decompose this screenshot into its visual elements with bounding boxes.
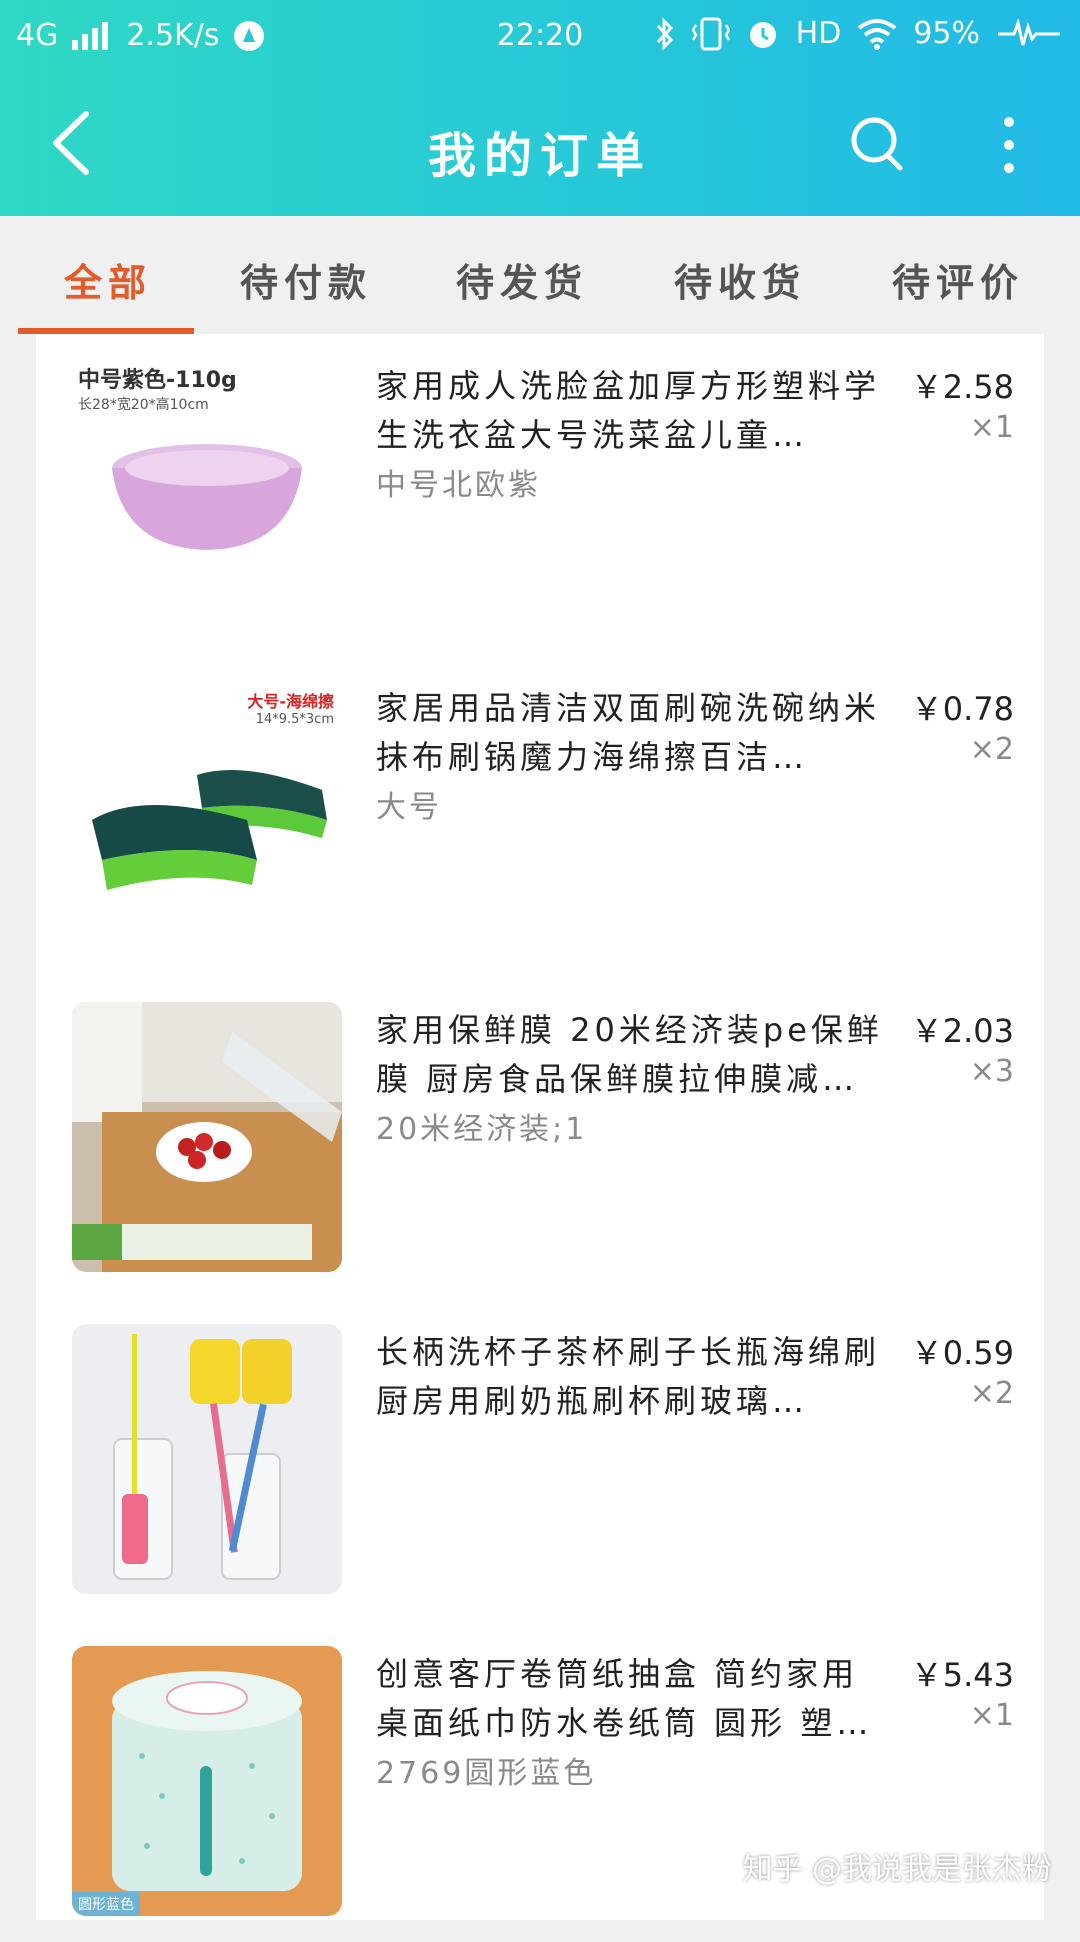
app-header: 4G 2.5K/s 22:20 <box>0 0 1080 216</box>
product-title[interactable]: 家居用品清洁双面刷碗洗碗纳米抹布刷锅魔力海绵擦百洁… <box>376 684 886 782</box>
tab-pending-review[interactable]: 待评价 <box>892 252 1024 307</box>
order-item[interactable]: 圆形蓝色 创意客厅卷筒纸抽盒 简约家用桌面纸巾防水卷纸筒 圆形 塑… 2769圆… <box>36 1622 1044 1942</box>
product-quantity: ×2 <box>970 732 1014 767</box>
product-spec: 2769圆形蓝色 <box>376 1748 596 1792</box>
status-right: HD 95% <box>654 16 1062 51</box>
product-thumbnail[interactable]: 中号紫色-110g 长28*宽20*高10cm <box>72 358 342 628</box>
more-vertical-icon[interactable] <box>984 110 1034 180</box>
order-item[interactable]: 长柄洗杯子茶杯刷子长瓶海绵刷厨房用刷奶瓶刷杯刷玻璃… ￥0.59 ×2 <box>36 1300 1044 1620</box>
page-title: 我的订单 <box>0 116 1080 186</box>
product-title[interactable]: 创意客厅卷筒纸抽盒 简约家用桌面纸巾防水卷纸筒 圆形 塑… <box>376 1650 886 1748</box>
wifi-icon <box>857 18 897 50</box>
product-price: ￥2.03 <box>911 1006 1014 1052</box>
product-title[interactable]: 家用保鲜膜 20米经济装pe保鲜膜 厨房食品保鲜膜拉伸膜减… <box>376 1006 886 1104</box>
product-thumbnail[interactable]: 大号-海绵擦 14*9.5*3cm <box>72 680 342 950</box>
status-bar: 4G 2.5K/s 22:20 <box>0 0 1080 74</box>
search-icon[interactable] <box>848 114 908 174</box>
product-quantity: ×2 <box>970 1376 1014 1411</box>
order-item[interactable]: 中号紫色-110g 长28*宽20*高10cm 家用成人洗脸盆加厚方形塑料学生洗… <box>36 334 1044 654</box>
watermark: 知乎 @我说我是张杰粉 <box>742 1844 1052 1888</box>
thumb-label: 圆形蓝色 <box>72 1892 140 1916</box>
product-spec: 20米经济装;1 <box>376 1104 587 1148</box>
order-item[interactable]: 家用保鲜膜 20米经济装pe保鲜膜 厨房食品保鲜膜拉伸膜减… 20米经济装;1 … <box>36 978 1044 1298</box>
product-title[interactable]: 长柄洗杯子茶杯刷子长瓶海绵刷厨房用刷奶瓶刷杯刷玻璃… <box>376 1328 886 1426</box>
product-spec: 大号 <box>376 782 442 826</box>
tab-pending-receipt[interactable]: 待收货 <box>674 252 806 307</box>
product-price: ￥2.58 <box>911 362 1014 408</box>
product-thumbnail[interactable] <box>72 1324 342 1594</box>
vibrate-icon <box>692 17 730 51</box>
product-price: ￥0.59 <box>911 1328 1014 1374</box>
battery-percent: 95% <box>913 16 980 51</box>
bluetooth-icon <box>654 17 676 51</box>
product-quantity: ×1 <box>970 1698 1014 1733</box>
product-price: ￥0.78 <box>911 684 1014 730</box>
cup-brush-image <box>72 1324 342 1594</box>
tissue-box-image <box>72 1646 342 1916</box>
product-quantity: ×3 <box>970 1054 1014 1089</box>
title-bar: 我的订单 <box>0 74 1080 216</box>
alarm-icon <box>746 17 780 51</box>
tab-pending-payment[interactable]: 待付款 <box>240 252 372 307</box>
tab-all[interactable]: 全部 <box>64 252 152 307</box>
basin-image <box>72 358 342 628</box>
cling-film-image <box>72 1002 342 1272</box>
product-price: ￥5.43 <box>911 1650 1014 1696</box>
product-thumbnail[interactable]: 圆形蓝色 <box>72 1646 342 1916</box>
charging-wave-icon <box>996 19 1062 49</box>
order-item[interactable]: 大号-海绵擦 14*9.5*3cm 家居用品清洁双面刷碗洗碗纳米抹布刷锅魔力海绵… <box>36 656 1044 976</box>
product-thumbnail[interactable] <box>72 1002 342 1272</box>
product-quantity: ×1 <box>970 410 1014 445</box>
product-spec: 中号北欧紫 <box>376 460 541 504</box>
sponge-image <box>72 680 342 950</box>
product-title[interactable]: 家用成人洗脸盆加厚方形塑料学生洗衣盆大号洗菜盆儿童… <box>376 362 886 460</box>
tab-pending-shipment[interactable]: 待发货 <box>456 252 588 307</box>
hd-indicator: HD <box>796 16 842 51</box>
order-list: 中号紫色-110g 长28*宽20*高10cm 家用成人洗脸盆加厚方形塑料学生洗… <box>36 334 1044 1920</box>
order-tabs: 全部 待付款 待发货 待收货 待评价 <box>0 216 1080 334</box>
